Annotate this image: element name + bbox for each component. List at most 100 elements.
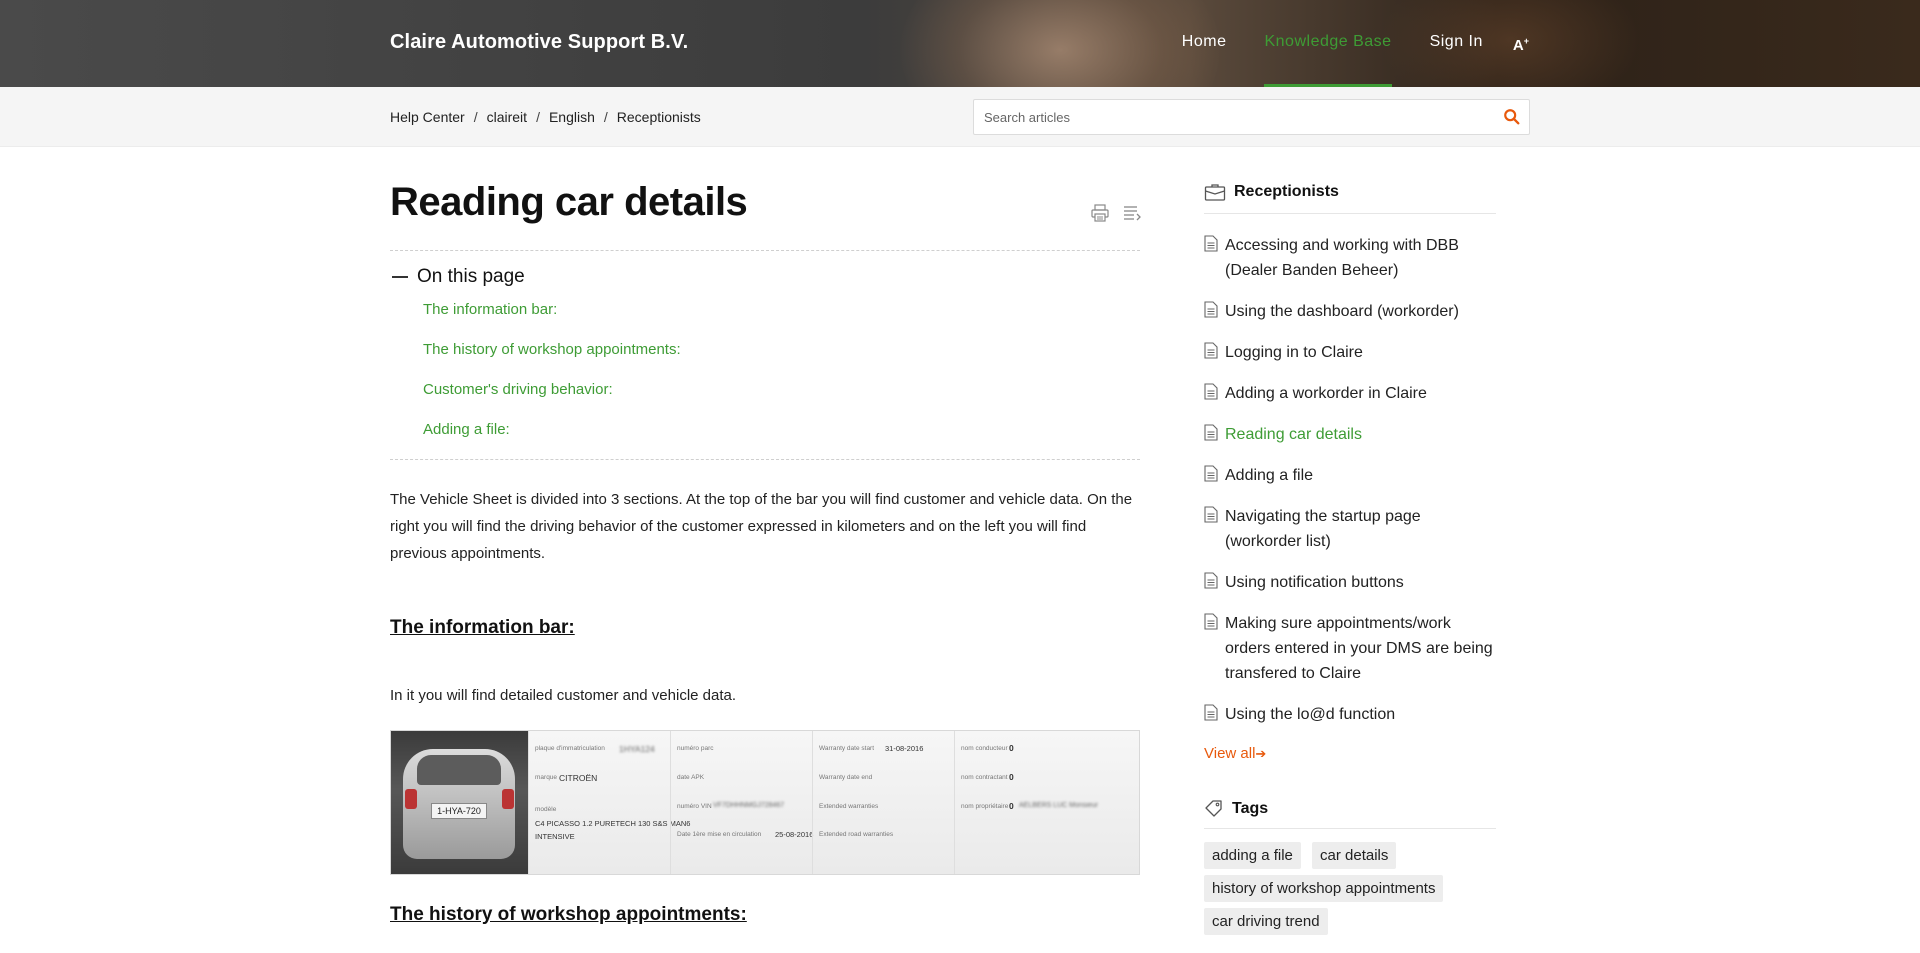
license-plate: 1-HYA-720 xyxy=(431,803,487,819)
sidebar-article-link-active[interactable]: Reading car details xyxy=(1204,422,1496,447)
vehicle-col-2: numéro parc date APK numéro VIN VF7DHHNM… xyxy=(670,731,814,874)
intro-paragraph: The Vehicle Sheet is divided into 3 sect… xyxy=(390,491,1133,562)
sidebar-article-link[interactable]: Making sure appointments/work orders ent… xyxy=(1204,611,1496,686)
toc-link-adding-file[interactable]: Adding a file: xyxy=(423,421,510,438)
sidebar-article-label: Adding a file xyxy=(1225,467,1314,484)
section-heading-information-bar: The information bar: xyxy=(390,617,575,638)
field-value: 1HYA124 xyxy=(619,744,655,754)
sidebar-article-label: Using the lo@d function xyxy=(1225,706,1396,723)
sidebar-article-label: Accessing and working with DBB (Dealer B… xyxy=(1225,237,1459,279)
sidebar-article-link[interactable]: Navigating the startup page (workorder l… xyxy=(1204,504,1496,554)
field-label: Warranty date start xyxy=(819,745,875,752)
field-value: VF7DHHNMGJ728467 xyxy=(713,802,785,809)
sidebar-article-label: Logging in to Claire xyxy=(1225,344,1363,361)
breadcrumb-bar: Help Center / claireit / English / Recep… xyxy=(0,87,1920,147)
document-icon xyxy=(1204,383,1218,400)
tag-chip[interactable]: car details xyxy=(1312,842,1397,869)
field-value: C4 PICASSO 1.2 PURETECH 130 S&S MAN6 xyxy=(535,819,691,828)
sidebar-section-header: Receptionists xyxy=(1204,182,1496,214)
page-title: Reading car details xyxy=(390,180,748,224)
toc-heading: On this page xyxy=(417,266,525,287)
breadcrumb-english[interactable]: English xyxy=(549,109,595,125)
toc-link-history[interactable]: The history of workshop appointments: xyxy=(423,341,681,358)
breadcrumb-separator: / xyxy=(473,109,478,125)
toc-link-driving-behavior[interactable]: Customer's driving behavior: xyxy=(423,381,613,398)
document-icon xyxy=(1204,342,1218,359)
search-box xyxy=(973,99,1530,135)
sidebar-article-label: Using the dashboard (workorder) xyxy=(1225,303,1459,320)
car-photo: 1-HYA-720 xyxy=(391,731,528,874)
sidebar-article-link[interactable]: Using the dashboard (workorder) xyxy=(1204,299,1496,324)
sidebar-article-label: Reading car details xyxy=(1225,426,1362,443)
field-value: 0 xyxy=(1009,772,1014,782)
field-label: marque xyxy=(535,774,558,781)
sidebar-section-title[interactable]: Receptionists xyxy=(1234,182,1339,202)
tag-chip[interactable]: history of workshop appointments xyxy=(1204,875,1444,902)
document-icon xyxy=(1204,572,1218,589)
section-paragraph: In it you will find detailed customer an… xyxy=(390,687,737,704)
collapse-icon xyxy=(392,276,408,278)
site-header: Claire Automotive Support B.V. Home Know… xyxy=(0,0,1920,87)
arrow-right-icon: ➔ xyxy=(1255,746,1267,761)
document-icon xyxy=(1204,613,1218,630)
tag-chip[interactable]: adding a file xyxy=(1204,842,1301,869)
breadcrumb-claireit[interactable]: claireit xyxy=(487,109,527,125)
breadcrumb-separator: / xyxy=(536,109,540,125)
field-label: plaque d'immatriculation xyxy=(535,745,605,752)
vehicle-col-4: nom conducteur 0 nom contractant 0 nom p… xyxy=(954,731,1139,874)
field-label: Extended warranties xyxy=(819,803,879,810)
sidebar-article-link[interactable]: Adding a file xyxy=(1204,463,1496,488)
breadcrumb-separator: / xyxy=(603,109,608,125)
field-label: nom propriétaire xyxy=(961,803,1009,810)
field-label: Date 1ère mise en circulation xyxy=(677,831,762,838)
sidebar-article-link[interactable]: Logging in to Claire xyxy=(1204,340,1496,365)
toc-link-information-bar[interactable]: The information bar: xyxy=(423,301,557,318)
field-value: AELBERS LUC Monsieur xyxy=(1019,802,1098,809)
field-label: numéro VIN xyxy=(677,803,712,810)
field-value: 0 xyxy=(1009,743,1014,753)
field-label: Warranty date end xyxy=(819,774,873,781)
view-all-link[interactable]: View all➔ xyxy=(1204,745,1266,762)
breadcrumb-receptionists[interactable]: Receptionists xyxy=(617,109,701,125)
document-icon xyxy=(1204,465,1218,482)
field-label: nom contractant xyxy=(961,774,1008,781)
document-icon xyxy=(1204,506,1218,523)
search-icon[interactable] xyxy=(1503,108,1521,126)
toc-toggle[interactable]: On this page xyxy=(390,266,525,288)
sidebar-article-link[interactable]: Adding a workorder in Claire xyxy=(1204,381,1496,406)
sidebar-article-link[interactable]: Accessing and working with DBB (Dealer B… xyxy=(1204,233,1496,283)
section-heading-history: The history of workshop appointments: xyxy=(390,904,747,925)
accessibility-icon[interactable]: A+ xyxy=(1513,36,1529,54)
field-value: CITROËN xyxy=(559,773,598,783)
nav-knowledge-base[interactable]: Knowledge Base xyxy=(1264,0,1392,87)
article-tools xyxy=(1090,203,1142,223)
nav-home[interactable]: Home xyxy=(1182,0,1227,87)
field-value: INTENSIVE xyxy=(535,832,575,841)
field-label: Extended road warranties xyxy=(819,831,894,838)
sidebar-article-label: Adding a workorder in Claire xyxy=(1225,385,1427,402)
sidebar-article-link[interactable]: Using the lo@d function xyxy=(1204,702,1496,727)
breadcrumb: Help Center / claireit / English / Recep… xyxy=(390,109,701,125)
document-icon xyxy=(1204,424,1218,441)
field-label: modèle xyxy=(535,806,557,813)
document-icon xyxy=(1204,301,1218,318)
search-input[interactable] xyxy=(974,100,1474,134)
reading-mode-icon[interactable] xyxy=(1122,203,1142,223)
briefcase-icon xyxy=(1204,184,1226,201)
sidebar-article-link[interactable]: Using notification buttons xyxy=(1204,570,1496,595)
field-value: 25-08-2016 xyxy=(775,830,814,839)
sidebar-article-label: Making sure appointments/work orders ent… xyxy=(1225,615,1493,682)
field-label: date APK xyxy=(677,774,705,781)
sidebar-article-label: Navigating the startup page (workorder l… xyxy=(1225,508,1421,550)
field-value: 0 xyxy=(1009,801,1014,811)
nav-sign-in[interactable]: Sign In xyxy=(1430,0,1483,87)
document-icon xyxy=(1204,235,1218,252)
field-label: numéro parc xyxy=(677,745,714,752)
breadcrumb-help-center[interactable]: Help Center xyxy=(390,109,465,125)
tags-header: Tags xyxy=(1204,799,1496,829)
print-icon[interactable] xyxy=(1090,203,1110,223)
tag-chip[interactable]: car driving trend xyxy=(1204,908,1328,935)
field-value: 31-08-2016 xyxy=(885,744,924,753)
sidebar-article-label: Using notification buttons xyxy=(1225,574,1404,591)
brand-name[interactable]: Claire Automotive Support B.V. xyxy=(390,31,688,54)
